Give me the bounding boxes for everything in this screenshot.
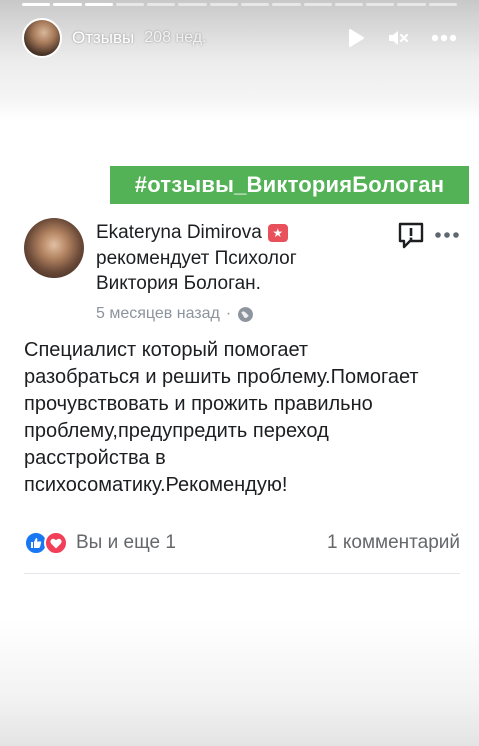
report-icon[interactable]	[396, 220, 426, 250]
post-more-icon[interactable]	[434, 231, 460, 239]
author-avatar[interactable]	[24, 218, 84, 278]
post-meta: 5 месяцев назад ·	[96, 305, 376, 323]
post-actions	[396, 220, 460, 250]
post-time[interactable]: 5 месяцев назад	[96, 305, 220, 323]
love-icon	[44, 531, 68, 555]
progress-segment	[147, 3, 176, 6]
hashtag-sticker[interactable]: #отзывы_ВикторияБологан	[110, 166, 469, 204]
story-avatar[interactable]	[22, 18, 62, 58]
story-progress	[22, 3, 457, 6]
author-line: Ekateryna Dimirova ★	[96, 222, 376, 244]
progress-segment	[115, 3, 145, 6]
progress-segment	[366, 3, 395, 6]
progress-segment	[209, 3, 238, 6]
comments-count[interactable]: 1 комментарий	[327, 532, 460, 554]
mute-icon[interactable]	[387, 28, 409, 48]
progress-segment	[178, 3, 207, 6]
progress-segment	[22, 3, 51, 6]
story-controls	[347, 28, 457, 48]
recommend-badge-icon: ★	[267, 224, 288, 242]
progress-segment	[272, 3, 301, 6]
review-post: Ekateryna Dimirova ★ рекомендует Психоло…	[24, 210, 460, 574]
progress-segment	[84, 3, 113, 6]
progress-segment	[428, 3, 457, 6]
story-header: Отзывы 208 нед.	[22, 18, 457, 58]
progress-segment	[53, 3, 82, 6]
post-body: Специалист который помогает разобраться …	[24, 339, 419, 496]
more-icon[interactable]	[431, 34, 457, 42]
progress-segment	[397, 3, 426, 6]
post-header-text: Ekateryna Dimirova ★ рекомендует Психоло…	[96, 222, 376, 323]
progress-segment	[240, 3, 270, 6]
progress-segment	[334, 3, 364, 6]
reactions-count[interactable]: Вы и еще 1	[76, 532, 176, 554]
story-frame: Отзывы 208 нед. #отзывы_ВикторияБологан …	[0, 0, 479, 746]
reaction-icons[interactable]	[24, 531, 68, 555]
story-time: 208 нед.	[144, 29, 207, 46]
story-title[interactable]: Отзывы	[72, 28, 134, 48]
meta-separator: ·	[225, 305, 232, 322]
globe-icon	[238, 306, 254, 322]
play-icon[interactable]	[347, 28, 365, 48]
post-header: Ekateryna Dimirova ★ рекомендует Психоло…	[24, 210, 460, 323]
recommendation-text: рекомендует Психолог Виктория Бологан.	[96, 248, 297, 294]
progress-segment	[303, 3, 332, 6]
reactions-bar: Вы и еще 1 1 комментарий	[24, 531, 460, 574]
author-name[interactable]: Ekateryna Dimirova	[96, 222, 262, 244]
